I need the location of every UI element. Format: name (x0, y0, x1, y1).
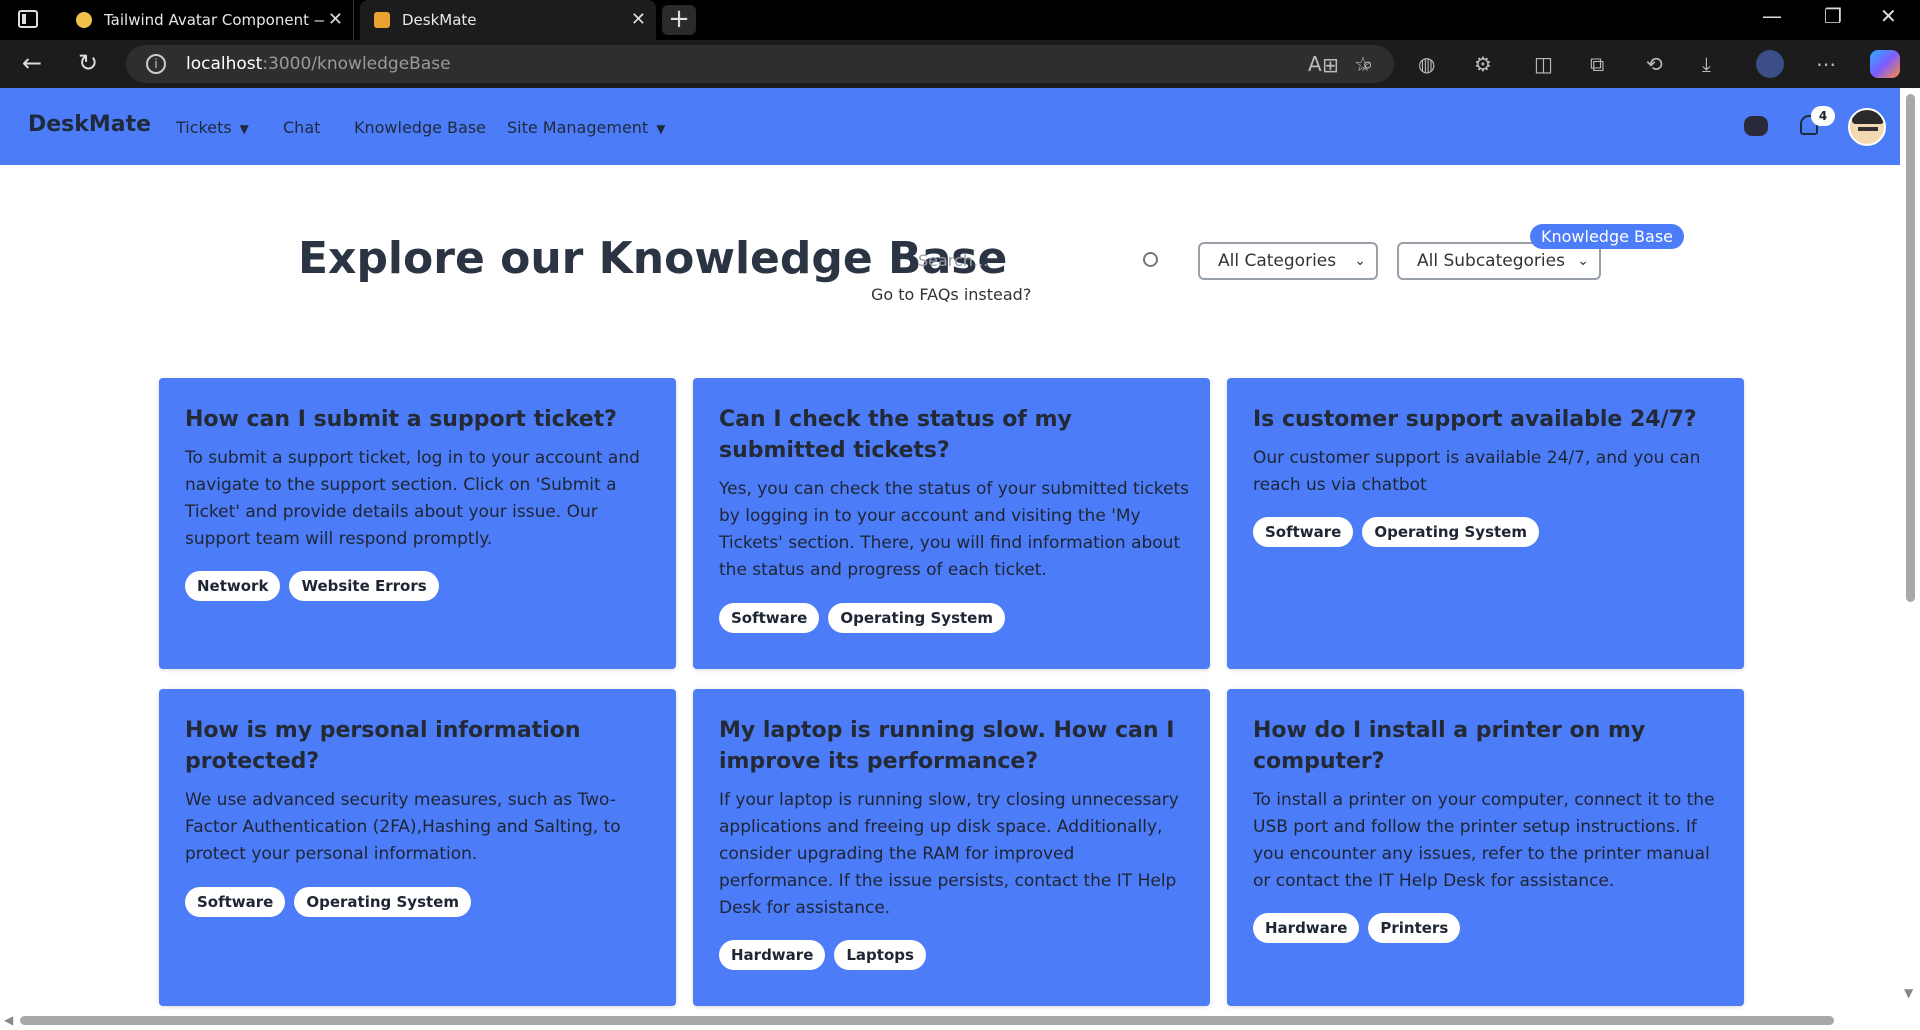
kb-card[interactable]: Is customer support available 24/7? Our … (1227, 378, 1744, 669)
chevron-down-icon: ⌄ (1354, 253, 1366, 269)
url-path: :3000/knowledgeBase (262, 54, 451, 74)
history-icon[interactable]: ⟲ (1646, 52, 1663, 76)
app-navbar: DeskMate Tickets ▼ Chat Knowledge Base Si… (0, 88, 1900, 165)
chevron-down-icon: ⌄ (1577, 253, 1589, 269)
browser-tab-tailwind[interactable]: Tailwind Avatar Component — Ta ✕ (62, 0, 354, 40)
chevron-down-icon: ▼ (656, 122, 666, 136)
nav-chat[interactable]: Chat (283, 118, 320, 137)
card-tags: Software Operating System (1253, 517, 1539, 547)
card-answer: To install a printer on your computer, c… (1253, 790, 1715, 891)
tag-chip[interactable]: Software (1253, 517, 1354, 547)
nav-site-management[interactable]: Site Management ▼ (507, 118, 665, 137)
subcategory-select-value: All Subcategories (1417, 251, 1565, 271)
more-menu-icon[interactable]: ⋯ (1816, 52, 1836, 76)
horizontal-scrollbar[interactable]: ◀ (0, 1012, 1920, 1030)
tag-chip[interactable]: Laptops (834, 940, 926, 970)
card-answer: Yes, you can check the status of your su… (719, 479, 1190, 580)
card-question: How can I submit a support ticket? (185, 407, 617, 432)
search-input[interactable] (906, 244, 1160, 276)
kb-card[interactable]: Can I check the status of my submitted t… (693, 378, 1210, 669)
card-answer: Our customer support is available 24/7, … (1253, 448, 1701, 495)
address-bar[interactable]: i localhost:3000/knowledgeBase ⊞ ⌕ (126, 45, 1394, 83)
tag-chip[interactable]: Network (185, 571, 281, 601)
collections-icon[interactable]: ⧉ (1590, 52, 1604, 76)
card-tags: Software Operating System (719, 603, 1005, 633)
search-icon[interactable] (1143, 252, 1158, 267)
app-available-icon[interactable]: ⊞ (1322, 53, 1339, 77)
url-text[interactable]: localhost:3000/knowledgeBase (186, 54, 451, 74)
chatbot-icon[interactable] (1744, 116, 1768, 136)
download-icon[interactable]: ⤓ (1702, 52, 1711, 76)
close-tab-icon[interactable]: ✕ (328, 9, 343, 30)
kb-card[interactable]: How is my personal information protected… (159, 689, 676, 1006)
card-question: How do I install a printer on my compute… (1253, 718, 1646, 774)
browser-toolbar: ← ↻ i localhost:3000/knowledgeBase ⊞ ⌕ A… (0, 40, 1920, 88)
extensions-icon[interactable]: ⚙ (1474, 52, 1492, 76)
page-title: Explore our Knowledge Base (298, 233, 1008, 284)
knowledge-base-pill: Knowledge Base (1530, 224, 1684, 249)
minimize-icon[interactable]: — (1762, 4, 1782, 28)
nav-tickets[interactable]: Tickets ▼ (176, 118, 249, 137)
url-host: localhost (186, 54, 263, 74)
nav-site-management-label: Site Management (507, 118, 649, 137)
extension-mask-icon[interactable]: ◍ (1418, 52, 1435, 76)
nav-knowledge-base[interactable]: Knowledge Base (354, 118, 486, 137)
tab-title: Tailwind Avatar Component — Ta (104, 11, 324, 29)
tag-chip[interactable]: Hardware (1253, 913, 1360, 943)
brand-logo[interactable]: DeskMate (28, 112, 151, 137)
card-tags: Network Website Errors (185, 571, 439, 601)
close-tab-icon[interactable]: ✕ (631, 9, 646, 30)
tag-chip[interactable]: Operating System (828, 603, 1005, 633)
tag-chip[interactable]: Software (185, 887, 286, 917)
scroll-down-icon[interactable]: ▼ (1904, 986, 1913, 1000)
card-tags: Hardware Laptops (719, 940, 926, 970)
tag-chip[interactable]: Printers (1368, 913, 1461, 943)
tab-actions-icon[interactable] (18, 10, 38, 28)
card-question: Is customer support available 24/7? (1253, 407, 1697, 432)
profile-avatar-icon[interactable] (1756, 50, 1784, 78)
category-select-value: All Categories (1218, 251, 1337, 271)
faq-link[interactable]: Go to FAQs instead? (871, 285, 1031, 304)
card-answer: We use advanced security measures, such … (185, 790, 621, 864)
card-question: My laptop is running slow. How can I imp… (719, 718, 1175, 774)
kb-card[interactable]: How do I install a printer on my compute… (1227, 689, 1744, 1006)
chevron-down-icon: ▼ (239, 122, 249, 136)
vertical-scrollbar-thumb[interactable] (1906, 94, 1915, 602)
copilot-icon[interactable] (1870, 50, 1900, 78)
restore-icon[interactable]: ❐ (1824, 4, 1842, 28)
nav-tickets-label: Tickets (176, 118, 232, 137)
tag-chip[interactable]: Hardware (719, 940, 826, 970)
notification-badge: 4 (1811, 106, 1835, 126)
new-tab-button[interactable]: + (662, 5, 696, 35)
favorite-star-icon[interactable]: ☆ (1354, 52, 1372, 76)
tag-chip[interactable]: Software (719, 603, 820, 633)
tag-chip[interactable]: Website Errors (289, 571, 439, 601)
card-tags: Hardware Printers (1253, 913, 1461, 943)
category-select[interactable]: All Categories ⌄ (1198, 242, 1378, 280)
vertical-scrollbar[interactable]: ▼ (1900, 88, 1920, 1030)
tag-chip[interactable]: Operating System (1362, 517, 1539, 547)
site-info-icon[interactable]: i (146, 54, 166, 74)
kb-card[interactable]: My laptop is running slow. How can I imp… (693, 689, 1210, 1006)
browser-tab-deskmate[interactable]: DeskMate ✕ (360, 0, 656, 40)
tab-title: DeskMate (402, 11, 477, 29)
close-window-icon[interactable]: ✕ (1880, 4, 1897, 28)
card-question: Can I check the status of my submitted t… (719, 407, 1072, 463)
split-screen-icon[interactable]: ◫ (1534, 52, 1553, 76)
card-tags: Software Operating System (185, 887, 471, 917)
card-question: How is my personal information protected… (185, 718, 581, 774)
card-answer: To submit a support ticket, log in to yo… (185, 448, 640, 549)
scroll-left-icon[interactable]: ◀ (4, 1013, 13, 1027)
refresh-icon[interactable]: ↻ (78, 49, 98, 77)
kb-card[interactable]: How can I submit a support ticket? To su… (159, 378, 676, 669)
avatar[interactable] (1848, 108, 1886, 146)
browser-tab-strip: Tailwind Avatar Component — Ta ✕ DeskMat… (0, 0, 1920, 40)
card-answer: If your laptop is running slow, try clos… (719, 790, 1179, 918)
back-icon[interactable]: ← (22, 49, 42, 77)
tab-favicon-icon (374, 12, 390, 28)
tab-favicon-icon (76, 12, 92, 28)
read-aloud-icon[interactable]: A (1308, 52, 1322, 76)
horizontal-scrollbar-thumb[interactable] (20, 1016, 1834, 1025)
tag-chip[interactable]: Operating System (294, 887, 471, 917)
